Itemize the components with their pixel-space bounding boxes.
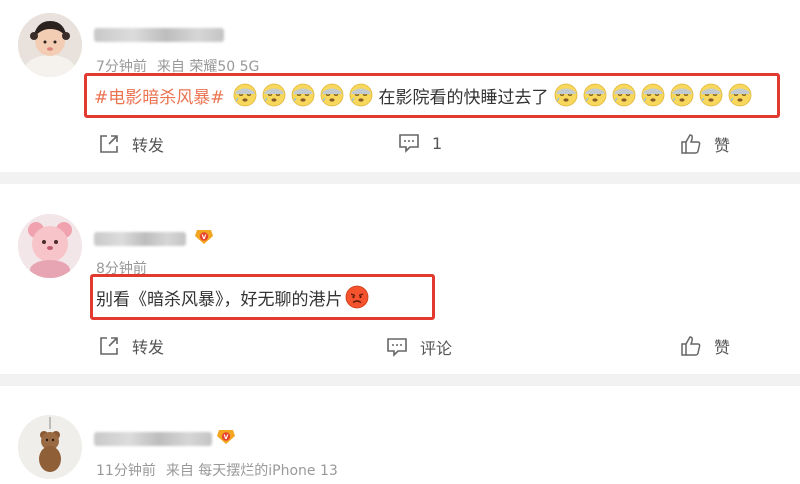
- post-1: 7分钟前 来自 荣耀50 5G #电影暗杀风暴# 在影院看的快睡过去了 转发 1…: [0, 0, 800, 172]
- username-blurred[interactable]: [94, 28, 224, 42]
- sleepy-face-icon: [699, 83, 723, 107]
- post-separator: [0, 374, 800, 386]
- like-label: 赞: [714, 338, 731, 357]
- like-button[interactable]: 赞: [680, 132, 730, 156]
- post-content: #电影暗杀风暴# 在影院看的快睡过去了: [94, 79, 755, 111]
- comment-count: 1: [432, 133, 443, 153]
- post-meta: 11分钟前 来自 每天摆烂的iPhone 13: [96, 460, 348, 480]
- avatar-image: [18, 214, 82, 278]
- post-3: 11分钟前 来自 每天摆烂的iPhone 13: [0, 386, 800, 484]
- sleepy-face-icon: [349, 83, 373, 107]
- thumbs-up-icon: [681, 336, 701, 356]
- sleepy-face-icon: [612, 83, 636, 107]
- like-button[interactable]: 赞: [680, 334, 730, 358]
- post-text: 别看《暗杀风暴》，好无聊的港片: [96, 289, 343, 310]
- post-time: 11分钟前: [96, 463, 156, 479]
- comment-button[interactable]: 评论: [386, 335, 452, 359]
- post-text: 在影院看的快睡过去了: [378, 87, 549, 108]
- post-actions: 转发 1 赞: [0, 130, 800, 160]
- vip-badge-icon: [194, 227, 214, 245]
- sleepy-face-icon: [670, 83, 694, 107]
- comment-icon: [399, 134, 419, 153]
- sleepy-face-icon: [641, 83, 665, 107]
- comment-icon: [387, 338, 407, 357]
- repost-label: 转发: [132, 136, 165, 155]
- angry-face-icon: [345, 285, 369, 309]
- sleepy-face-icon: [262, 83, 286, 107]
- post-2: 8分钟前 别看《暗杀风暴》，好无聊的港片 转发 评论 赞: [0, 184, 800, 374]
- share-icon: [100, 337, 118, 355]
- avatar[interactable]: [18, 214, 82, 278]
- vip-badge-icon: [216, 427, 236, 445]
- like-label: 赞: [714, 136, 731, 155]
- comment-button[interactable]: 1: [398, 133, 442, 153]
- sleepy-face-icon: [583, 83, 607, 107]
- sleepy-face-icon: [233, 83, 257, 107]
- avatar-image: [18, 13, 82, 77]
- thumbs-up-icon: [681, 134, 701, 154]
- post-content: 别看《暗杀风暴》，好无聊的港片: [96, 281, 372, 313]
- share-icon: [100, 135, 118, 153]
- sleepy-face-icon: [728, 83, 752, 107]
- comment-label: 评论: [420, 339, 453, 358]
- avatar[interactable]: [18, 13, 82, 77]
- repost-button[interactable]: 转发: [98, 132, 164, 156]
- sleepy-face-icon: [291, 83, 315, 107]
- username-blurred[interactable]: [94, 232, 186, 246]
- repost-label: 转发: [132, 338, 165, 357]
- avatar[interactable]: [18, 415, 82, 479]
- post-actions: 转发 评论 赞: [0, 332, 800, 362]
- hashtag-link[interactable]: #电影暗杀风暴#: [94, 83, 225, 108]
- sleepy-face-icon: [320, 83, 344, 107]
- post-source[interactable]: 来自 每天摆烂的iPhone 13: [166, 463, 338, 479]
- sleepy-face-icon: [554, 83, 578, 107]
- repost-button[interactable]: 转发: [98, 334, 164, 358]
- username-blurred[interactable]: [94, 432, 212, 446]
- post-separator: [0, 172, 800, 184]
- avatar-image: [18, 415, 82, 479]
